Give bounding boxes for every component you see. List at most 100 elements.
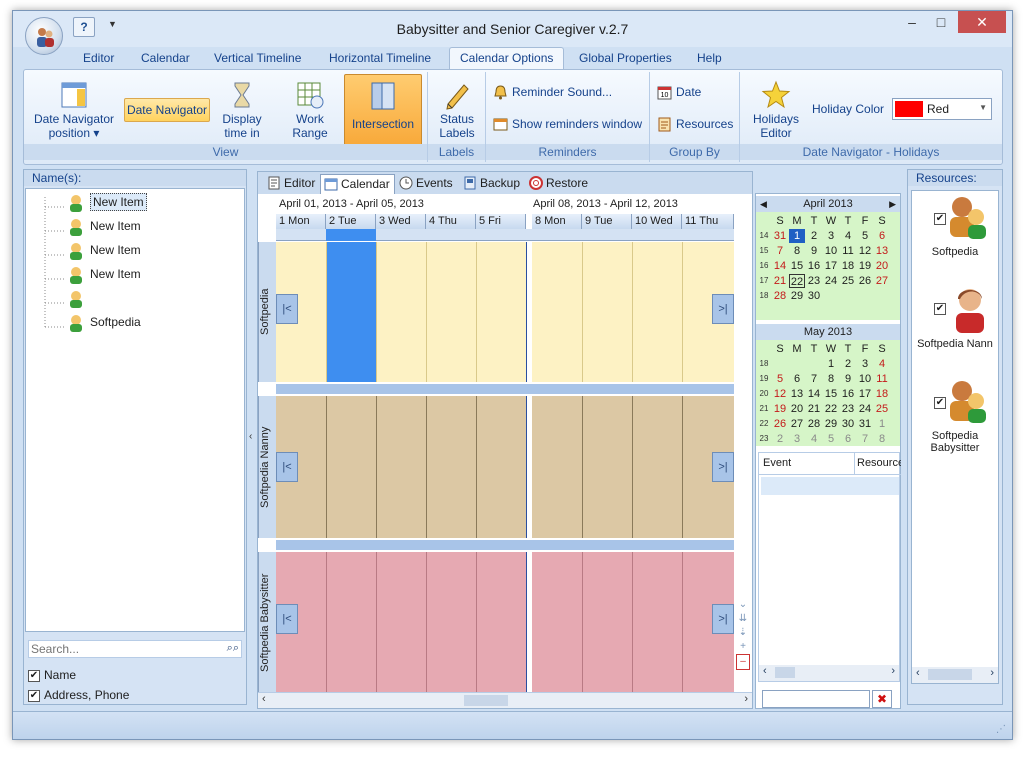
- calendar-day[interactable]: 18: [840, 259, 856, 273]
- tab-calendar[interactable]: Calendar: [141, 51, 190, 65]
- calendar-day[interactable]: 25: [840, 274, 856, 288]
- resource-card[interactable]: ✔ Softpedia: [912, 193, 998, 258]
- splitter-left-arrow-icon[interactable]: ‹: [249, 431, 255, 442]
- prev-month-icon[interactable]: ◀: [760, 196, 767, 212]
- calendar-day[interactable]: 24: [857, 402, 873, 416]
- calendar-day[interactable]: 8: [823, 372, 839, 386]
- calendar-day[interactable]: 22: [823, 402, 839, 416]
- resource-column-header[interactable]: Resource: [855, 453, 901, 475]
- calendar-day[interactable]: 28: [772, 289, 788, 303]
- calendar-day[interactable]: 3: [823, 229, 839, 243]
- calendar-day[interactable]: 21: [772, 274, 788, 288]
- tab-horizontal-timeline[interactable]: Horizontal Timeline: [329, 51, 431, 65]
- calendar-day[interactable]: 23: [840, 402, 856, 416]
- show-reminders-window-button[interactable]: Show reminders window: [490, 114, 648, 136]
- scroll-thumb[interactable]: [775, 667, 795, 678]
- calendar-day[interactable]: 13: [874, 244, 890, 258]
- calendar-day[interactable]: 14: [772, 259, 788, 273]
- calendar-day[interactable]: 16: [840, 387, 856, 401]
- calendar-day[interactable]: 9: [806, 244, 822, 258]
- calendar-day[interactable]: 5: [823, 432, 839, 446]
- calendar-day[interactable]: 12: [772, 387, 788, 401]
- scroll-down-page-icon[interactable]: ⇣: [736, 626, 750, 640]
- calendar-day[interactable]: 1: [789, 229, 805, 243]
- day-header[interactable]: 4 Thu: [426, 214, 476, 229]
- tab-vertical-timeline[interactable]: Vertical Timeline: [214, 51, 301, 65]
- calendar-day[interactable]: 14: [806, 387, 822, 401]
- calendar-day[interactable]: 23: [806, 274, 822, 288]
- calendar-day[interactable]: 3: [857, 357, 873, 371]
- calendar-day[interactable]: 26: [772, 417, 788, 431]
- scroll-end-icon[interactable]: ⇊: [736, 612, 750, 626]
- event-filter-input[interactable]: [762, 690, 870, 708]
- resource-card[interactable]: ✔ Softpedia Nann: [912, 285, 998, 350]
- calendar-day[interactable]: 18: [874, 387, 890, 401]
- day-header[interactable]: 10 Wed: [632, 214, 682, 229]
- calendar-day[interactable]: 15: [823, 387, 839, 401]
- status-labels-button[interactable]: Status Labels: [432, 76, 482, 146]
- next-appointment-button[interactable]: >|: [712, 452, 734, 482]
- tab-backup-view[interactable]: Backup: [460, 174, 524, 194]
- day-header[interactable]: 2 Tue: [326, 214, 376, 229]
- calendar-day[interactable]: 4: [874, 357, 890, 371]
- close-button[interactable]: ✕: [958, 11, 1006, 33]
- maximize-button[interactable]: □: [928, 11, 954, 33]
- events-horizontal-scrollbar[interactable]: ‹ ›: [759, 665, 899, 681]
- next-month-icon[interactable]: ▶: [889, 196, 896, 212]
- calendar-day[interactable]: 24: [823, 274, 839, 288]
- calendar-day[interactable]: 12: [857, 244, 873, 258]
- calendar-day[interactable]: 5: [772, 372, 788, 386]
- calendar-day[interactable]: 25: [874, 402, 890, 416]
- calendar-day[interactable]: 21: [806, 402, 822, 416]
- day-header[interactable]: 3 Wed: [376, 214, 426, 229]
- calendar-day[interactable]: 8: [874, 432, 890, 446]
- calendar-day[interactable]: 7: [772, 244, 788, 258]
- next-appointment-button[interactable]: >|: [712, 604, 734, 634]
- calendar-day[interactable]: 30: [806, 289, 822, 303]
- date-navigator-position-button[interactable]: Date Navigator position ▾: [30, 76, 118, 146]
- reminder-sound-button[interactable]: Reminder Sound...: [490, 82, 612, 104]
- calendar-day[interactable]: 13: [789, 387, 805, 401]
- calendar-day[interactable]: 17: [857, 387, 873, 401]
- tree-item[interactable]: New Item: [66, 191, 147, 213]
- calendar-day[interactable]: 31: [772, 229, 788, 243]
- tab-editor[interactable]: Editor: [83, 51, 114, 65]
- events-column-header[interactable]: Event: [759, 453, 855, 475]
- calendar-day[interactable]: 31: [857, 417, 873, 431]
- day-header[interactable]: 8 Mon: [532, 214, 582, 229]
- tree-item[interactable]: New Item: [66, 215, 141, 237]
- tab-calendar-options[interactable]: Calendar Options: [449, 47, 565, 71]
- tree-item[interactable]: Softpedia: [66, 311, 141, 333]
- calendar-day[interactable]: 27: [874, 274, 890, 288]
- calendar-day[interactable]: 4: [840, 229, 856, 243]
- tab-calendar-view[interactable]: Calendar: [320, 174, 395, 194]
- scroll-right-icon[interactable]: ›: [744, 693, 748, 705]
- calendar-day[interactable]: 29: [823, 417, 839, 431]
- day-header[interactable]: 1 Mon: [276, 214, 326, 229]
- tab-restore-view[interactable]: Restore: [526, 174, 592, 194]
- resource-cells[interactable]: [276, 552, 734, 694]
- tree-item[interactable]: New Item: [66, 239, 141, 261]
- horizontal-scrollbar[interactable]: ‹ ›: [258, 692, 752, 708]
- calendar-day[interactable]: 20: [789, 402, 805, 416]
- work-range-button[interactable]: Work Range: [282, 76, 338, 146]
- calendar-day[interactable]: 4: [806, 432, 822, 446]
- calendar-day[interactable]: 2: [840, 357, 856, 371]
- calendar-day[interactable]: 6: [840, 432, 856, 446]
- prev-appointment-button[interactable]: |<: [276, 452, 298, 482]
- minimize-button[interactable]: –: [900, 11, 924, 33]
- calendar-day[interactable]: 6: [874, 229, 890, 243]
- address-phone-filter[interactable]: ✔ Address, Phone: [28, 688, 129, 702]
- calendar-day[interactable]: 1: [874, 417, 890, 431]
- scroll-down-icon[interactable]: ⌄: [736, 598, 750, 612]
- calendar-day[interactable]: 17: [823, 259, 839, 273]
- zoom-in-icon[interactable]: +: [736, 640, 750, 654]
- calendar-day[interactable]: 30: [840, 417, 856, 431]
- calendar-day[interactable]: 10: [857, 372, 873, 386]
- search-input[interactable]: [29, 641, 217, 657]
- calendar-day[interactable]: 10: [823, 244, 839, 258]
- scroll-right-icon[interactable]: ›: [891, 665, 895, 677]
- address-phone-checkbox[interactable]: ✔: [28, 689, 40, 702]
- tree-item[interactable]: [66, 287, 90, 309]
- calendar-day[interactable]: 22: [789, 274, 805, 288]
